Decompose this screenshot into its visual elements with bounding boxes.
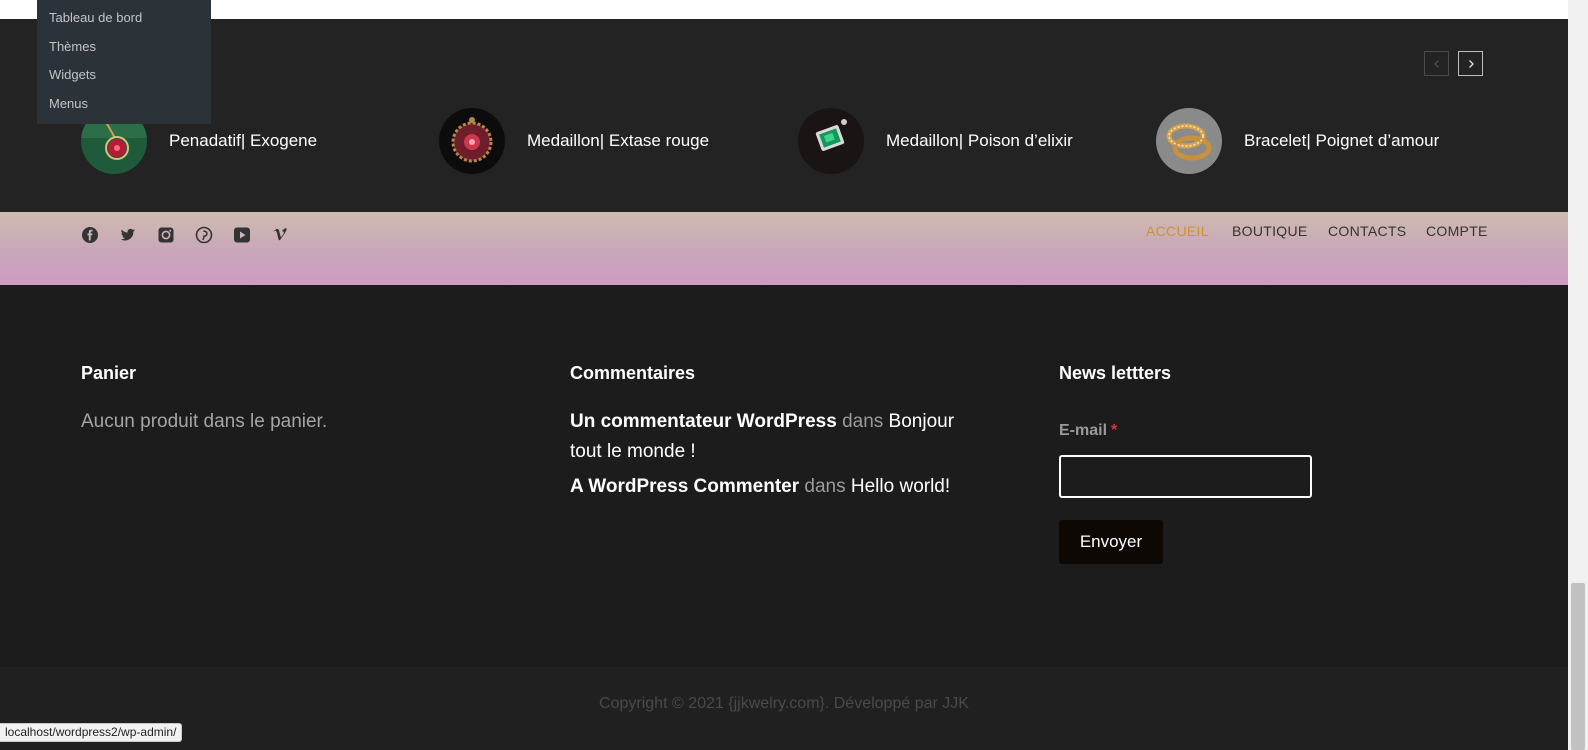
newsletter-submit-button[interactable]: Envoyer [1059, 520, 1163, 564]
product-name[interactable]: Medaillon| Poison d’elixir [886, 131, 1073, 151]
admin-appearance-submenu: Tableau de bord Thèmes Widgets Menus [37, 0, 211, 124]
nav-link-boutique[interactable]: BOUTIQUE [1232, 223, 1308, 239]
admin-menu-item-themes[interactable]: Thèmes [37, 33, 211, 62]
product-item[interactable]: Bracelet| Poignet d’amour [1156, 108, 1439, 174]
recent-comment-item: Un commentateur WordPress dans Bonjour t… [570, 407, 990, 467]
admin-menu-item-dashboard[interactable]: Tableau de bord [37, 4, 211, 33]
recent-comment-item: A WordPress Commenter dans Hello world! [570, 472, 990, 502]
email-label-text: E-mail [1059, 422, 1108, 439]
facebook-icon[interactable] [81, 226, 99, 244]
nav-link-contacts[interactable]: CONTACTS [1328, 223, 1406, 239]
product-image-bracelet[interactable] [1156, 108, 1222, 174]
chevron-left-icon [1433, 59, 1439, 68]
nav-link-accueil[interactable]: ACCUEIL [1146, 223, 1209, 239]
copyright-text: Copyright © 2021 {jjkwelry.com}. Dévelop… [599, 695, 969, 712]
product-name[interactable]: Bracelet| Poignet d’amour [1244, 131, 1439, 151]
cart-widget-title: Panier [81, 363, 137, 383]
pinterest-icon[interactable] [195, 226, 213, 244]
newsletter-widget-title: News lettters [1059, 363, 1172, 383]
required-marker: * [1111, 422, 1118, 439]
carousel-prev-button[interactable] [1424, 51, 1449, 76]
twitter-icon[interactable] [119, 226, 137, 244]
email-field-label: E-mail * [1059, 422, 1117, 440]
nav-link-compte[interactable]: COMPTE [1426, 223, 1488, 239]
comment-separator: dans [842, 411, 884, 432]
cart-empty-message: Aucun produit dans le panier. [81, 411, 328, 432]
comment-author: Un commentateur WordPress [570, 411, 837, 432]
top-white-bar [0, 0, 1568, 19]
admin-menu-item-widgets[interactable]: Widgets [37, 61, 211, 90]
comment-separator: dans [804, 476, 846, 497]
email-field[interactable] [1059, 455, 1312, 498]
vimeo-icon[interactable] [271, 226, 289, 244]
product-item[interactable]: Medaillon| Poison d’elixir [798, 108, 1073, 174]
scrollbar-thumb[interactable] [1571, 583, 1585, 750]
comment-post-link[interactable]: Hello world! [851, 476, 950, 497]
comments-widget-title: Commentaires [570, 363, 696, 383]
product-image-medallion-red[interactable] [439, 108, 505, 174]
chevron-right-icon [1468, 59, 1474, 68]
admin-menu-item-menus[interactable]: Menus [37, 90, 211, 119]
product-image-medallion-emerald[interactable] [798, 108, 864, 174]
status-bar-url: localhost/wordpress2/wp-admin/ [0, 723, 183, 742]
page-scrollbar[interactable] [1568, 0, 1588, 750]
instagram-icon[interactable] [157, 226, 175, 244]
carousel-next-button[interactable] [1458, 51, 1483, 76]
product-name[interactable]: Penadatif| Exogene [169, 131, 317, 151]
product-item[interactable]: Medaillon| Extase rouge [439, 108, 709, 174]
comment-author: A WordPress Commenter [570, 476, 800, 497]
youtube-icon[interactable] [233, 226, 251, 244]
product-name[interactable]: Medaillon| Extase rouge [527, 131, 709, 151]
